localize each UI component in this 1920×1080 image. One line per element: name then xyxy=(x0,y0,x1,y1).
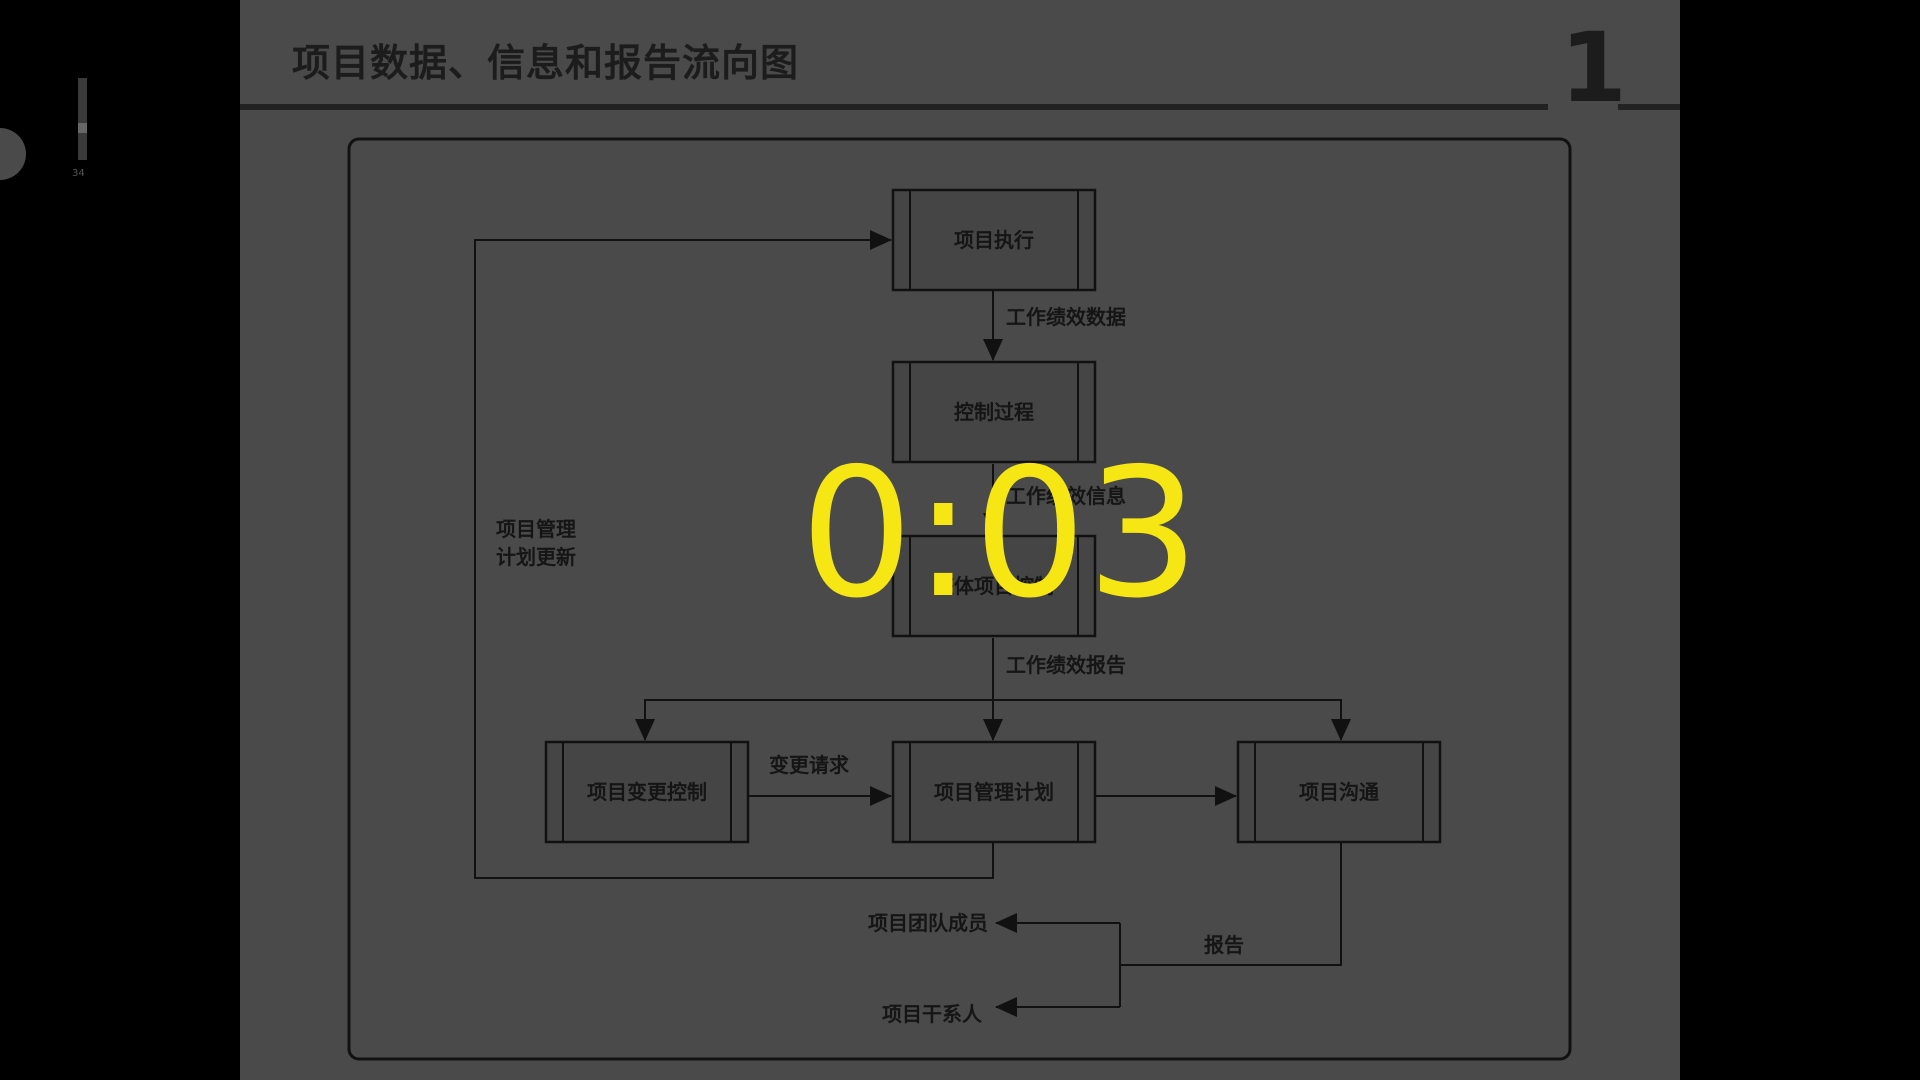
label-plan-update-2: 计划更新 xyxy=(496,545,576,569)
process-box-execute: 项目执行 xyxy=(891,188,1097,292)
volume-slider-thumb[interactable] xyxy=(78,123,87,133)
process-box-change: 项目变更控制 xyxy=(544,740,750,844)
player-side-panel: 34 xyxy=(0,0,240,1080)
label-stakeholders: 项目干系人 xyxy=(882,1002,983,1026)
process-box-label: 项目执行 xyxy=(954,228,1034,252)
countdown-timer: 0:03 xyxy=(800,430,1200,637)
volume-label: 34 xyxy=(72,168,85,179)
label-change-request: 变更请求 xyxy=(769,753,850,777)
process-box-label: 项目管理计划 xyxy=(934,780,1054,804)
record-button[interactable] xyxy=(0,128,26,180)
label-plan-update-1: 项目管理 xyxy=(496,517,576,541)
label-perf-data: 工作绩效数据 xyxy=(1006,305,1126,329)
process-box-label: 项目变更控制 xyxy=(587,780,707,804)
process-box-plan: 项目管理计划 xyxy=(891,740,1097,844)
process-box-label: 项目沟通 xyxy=(1299,780,1379,804)
process-box-label: 控制过程 xyxy=(954,400,1034,424)
process-box-comm: 项目沟通 xyxy=(1236,740,1442,844)
right-black-bar xyxy=(1680,0,1920,1080)
label-team: 项目团队成员 xyxy=(868,911,988,935)
label-perf-report: 工作绩效报告 xyxy=(1006,653,1126,677)
volume-slider[interactable] xyxy=(78,78,87,160)
label-report: 报告 xyxy=(1204,933,1244,957)
